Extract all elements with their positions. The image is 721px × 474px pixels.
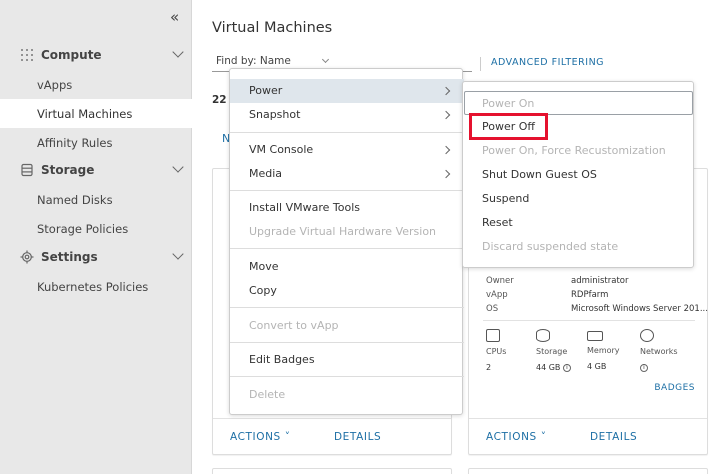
app-root: « Compute vApps Virtual Machines Affinit… xyxy=(0,0,721,474)
sidebar: « Compute vApps Virtual Machines Affinit… xyxy=(0,0,192,474)
storage-icon xyxy=(536,329,550,342)
nav-group-settings[interactable]: Settings xyxy=(0,244,192,270)
sidebar-item-named-disks[interactable]: Named Disks xyxy=(0,185,192,214)
badges-link[interactable]: BADGES xyxy=(654,383,695,393)
owner-label: Owner xyxy=(486,276,514,286)
find-by-value: Name xyxy=(259,55,291,67)
networks-label: Networks xyxy=(640,347,678,356)
networks-value: i xyxy=(640,363,678,372)
menu-separator xyxy=(230,307,464,308)
chevron-right-icon xyxy=(441,110,451,120)
collapse-sidebar-icon[interactable]: « xyxy=(170,8,179,26)
os-label: OS xyxy=(486,304,499,314)
page-title: Virtual Machines xyxy=(212,20,333,36)
chevron-down-icon xyxy=(172,248,184,260)
cpu-resource: CPUs 2 xyxy=(486,329,506,372)
menu-separator xyxy=(230,376,464,377)
memory-resource: Memory 4 GB xyxy=(587,329,620,371)
os-value: Microsoft Windows Server 201... xyxy=(571,304,708,314)
chevron-right-icon xyxy=(441,86,451,96)
menu-item-edit-badges[interactable]: Edit Badges xyxy=(230,348,464,372)
menu-separator xyxy=(230,190,464,191)
gear-icon xyxy=(19,249,35,265)
grid-icon xyxy=(19,47,35,63)
menu-item-label: VM Console xyxy=(249,143,314,156)
sidebar-item-vapps[interactable]: vApps xyxy=(0,70,192,99)
card-actions: ACTIONS ˅ DETAILS xyxy=(213,418,451,454)
chevron-down-icon xyxy=(172,161,184,173)
submenu-item-reset[interactable]: Reset xyxy=(463,211,695,235)
menu-item-label: Media xyxy=(249,167,283,180)
vapp-label: vApp xyxy=(486,290,508,300)
cpu-label: CPUs xyxy=(486,347,507,356)
network-icon xyxy=(640,329,654,342)
chevron-down-icon: ˅ xyxy=(284,431,291,443)
details-button[interactable]: DETAILS xyxy=(590,431,637,443)
chevron-right-icon xyxy=(441,169,451,179)
chevron-down-icon: ˅ xyxy=(540,431,547,443)
find-by-label: Find by: xyxy=(216,55,257,67)
storage-value: 44 GB i xyxy=(536,363,571,372)
menu-separator xyxy=(230,248,464,249)
info-icon[interactable]: i xyxy=(562,363,571,372)
menu-item-convert-to-vapp: Convert to vApp xyxy=(249,319,339,332)
highlight-box xyxy=(469,113,548,140)
cpu-icon xyxy=(486,329,500,342)
nav-group-label: Settings xyxy=(41,250,98,264)
info-icon[interactable]: i xyxy=(640,363,648,372)
sidebar-item-kubernetes-policies[interactable]: Kubernetes Policies xyxy=(0,272,192,301)
memory-icon xyxy=(587,331,603,341)
submenu-item-suspend[interactable]: Suspend xyxy=(463,187,695,211)
vm-card xyxy=(468,468,708,474)
memory-value: 4 GB xyxy=(587,362,607,371)
owner-value: administrator xyxy=(571,276,629,286)
networks-resource: Networks i xyxy=(640,329,678,372)
database-icon xyxy=(19,162,35,178)
menu-item-label: Power xyxy=(249,84,283,97)
storage-resource: Storage 44 GB i xyxy=(536,329,571,372)
chevron-down-icon xyxy=(172,46,184,58)
submenu-item-discard-suspended-state: Discard suspended state xyxy=(482,240,619,253)
menu-separator xyxy=(230,132,464,133)
storage-label: Storage xyxy=(536,347,568,356)
nav-group-compute[interactable]: Compute xyxy=(0,42,192,68)
vapp-value: RDPfarm xyxy=(571,290,609,300)
menu-item-delete: Delete xyxy=(249,388,286,401)
menu-item-vm-console[interactable]: VM Console xyxy=(230,138,464,162)
details-button[interactable]: DETAILS xyxy=(334,431,381,443)
sidebar-item-virtual-machines[interactable]: Virtual Machines xyxy=(0,99,192,128)
submenu-item-power-on-force-recustomization: Power On, Force Recustomization xyxy=(482,144,666,157)
menu-item-power[interactable]: Power xyxy=(230,79,464,103)
sidebar-item-storage-policies[interactable]: Storage Policies xyxy=(0,214,192,243)
card-actions: ACTIONS ˅ DETAILS xyxy=(469,418,707,454)
vm-count: 22 xyxy=(212,94,227,106)
chevron-down-icon xyxy=(321,55,330,64)
menu-item-move[interactable]: Move xyxy=(230,255,464,279)
sidebar-item-affinity-rules[interactable]: Affinity Rules xyxy=(0,128,192,157)
nav-group-label: Storage xyxy=(41,163,95,177)
menu-item-upgrade-virtual-hardware: Upgrade Virtual Hardware Version xyxy=(249,225,437,238)
divider xyxy=(483,320,695,321)
chevron-right-icon xyxy=(441,145,451,155)
menu-separator xyxy=(230,342,464,343)
menu-item-media[interactable]: Media xyxy=(230,162,464,186)
menu-item-install-vmware-tools[interactable]: Install VMware Tools xyxy=(230,196,464,220)
advanced-filtering-link[interactable]: ADVANCED FILTERING xyxy=(480,57,604,71)
menu-item-label: Snapshot xyxy=(249,108,301,121)
submenu-item-power-on: Power On xyxy=(464,91,693,115)
vm-card xyxy=(212,468,452,474)
cpu-value: 2 xyxy=(486,363,492,372)
actions-button[interactable]: ACTIONS ˅ xyxy=(230,431,291,443)
menu-item-copy[interactable]: Copy xyxy=(230,279,464,303)
nav-group-storage[interactable]: Storage xyxy=(0,157,192,183)
submenu-item-shut-down-guest-os[interactable]: Shut Down Guest OS xyxy=(463,163,695,187)
actions-button[interactable]: ACTIONS ˅ xyxy=(486,431,547,443)
memory-label: Memory xyxy=(587,346,620,355)
actions-context-menu: Power Snapshot VM Console Media Install … xyxy=(229,68,464,415)
menu-item-snapshot[interactable]: Snapshot xyxy=(230,103,464,127)
power-submenu: Power On Power Off Power On, Force Recus… xyxy=(462,81,694,268)
nav-group-label: Compute xyxy=(41,48,102,62)
